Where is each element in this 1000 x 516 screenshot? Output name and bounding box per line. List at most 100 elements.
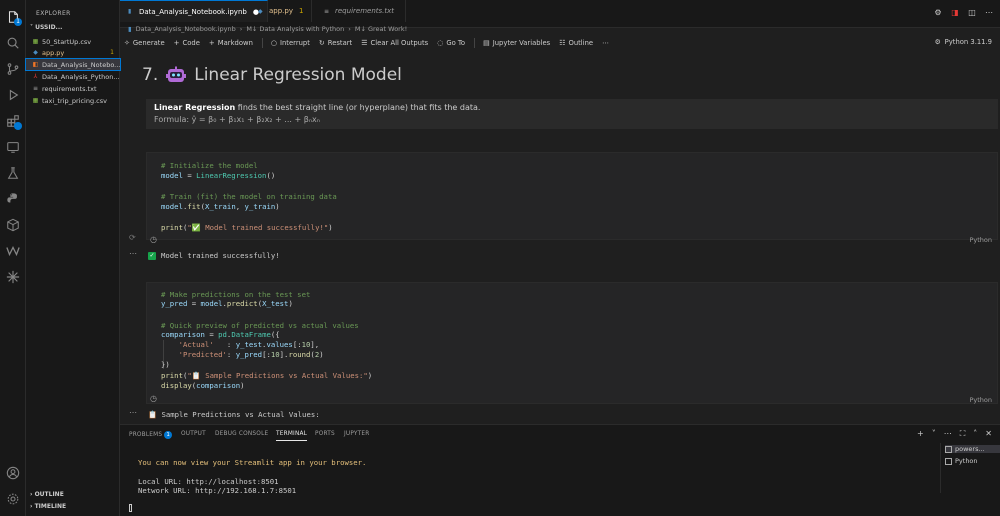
account-icon[interactable] — [4, 464, 22, 482]
explorer-badge: 1 — [14, 18, 22, 26]
output-collapse-icon[interactable]: ⋯ — [129, 408, 137, 417]
restart-icon: ↻ — [318, 39, 325, 47]
tab-ports[interactable]: PORTS — [315, 431, 335, 437]
notebook-toolbar: ✧ Generate + Code + Markdown ○ Interrupt ↻ Re… — [120, 36, 1000, 50]
outline-label: Outline — [568, 39, 594, 47]
timeline-section[interactable]: › TIMELINE — [30, 503, 66, 510]
python-icon[interactable] — [4, 190, 22, 208]
tab-requirements[interactable]: ≡ requirements.txt — [316, 0, 406, 22]
goto-label: Go To — [446, 39, 466, 47]
file-item-pdf[interactable]: ⅄ Data_Analysis_Python... — [26, 71, 120, 82]
goto-icon: ◌ — [437, 39, 444, 47]
cell-status-icon[interactable]: ⟳ — [129, 233, 136, 242]
more-actions-icon[interactable]: ⋯ — [984, 8, 994, 18]
close-icon[interactable]: ✕ — [985, 429, 992, 439]
terminal-item-powershell[interactable]: powers... — [945, 445, 1000, 453]
workspace-section[interactable]: ˅ USSID... — [30, 24, 62, 31]
tab-terminal[interactable]: TERMINAL — [276, 431, 308, 441]
code-cell-train[interactable]: # Initialize the model model = LinearReg… — [146, 152, 998, 240]
kernel-picker[interactable]: ⚙ Python 3.11.9 — [935, 38, 992, 46]
python-tab-icon: ◆ — [258, 7, 263, 15]
clear-outputs-button[interactable]: ☰ Clear All Outputs — [361, 39, 428, 47]
tab-jupyter[interactable]: JUPYTER — [344, 431, 370, 437]
sparkle-icon: ✧ — [124, 39, 130, 47]
terminal-item-python[interactable]: Python — [945, 457, 978, 465]
gear-icon[interactable]: ⚙ — [933, 8, 943, 18]
terminal-line: You can now view your Streamlit app in y… — [138, 458, 367, 467]
more-toolbar-icon[interactable]: ⋯ — [602, 39, 609, 47]
sidebar-title: EXPLORER — [36, 10, 71, 17]
code-comment: # Initialize the model — [161, 161, 258, 170]
file-item-requirements[interactable]: ≡ requirements.txt — [26, 83, 120, 94]
output-collapse-icon[interactable]: ⋯ — [129, 249, 137, 258]
file-name: 50_StartUp.csv — [42, 37, 92, 46]
code-comment: # Make predictions on the test set — [161, 290, 311, 299]
terminal-line: Local URL: http://localhost:8501 — [138, 477, 279, 486]
tab-app-py[interactable]: ◆ app.py 1 — [250, 0, 313, 22]
clear-all-icon: ☰ — [361, 39, 368, 47]
sparkle-icon[interactable] — [4, 268, 22, 286]
terminal-icon — [945, 457, 952, 465]
package-icon[interactable] — [4, 216, 22, 234]
source-control-icon[interactable] — [4, 60, 22, 78]
compare-icon[interactable]: ◨ — [950, 8, 960, 18]
timeline-label: TIMELINE — [34, 503, 67, 510]
cell-language[interactable]: Python — [969, 236, 992, 244]
maximize-icon[interactable]: ⛶ — [960, 429, 966, 439]
activity-bar: 1 — [0, 0, 26, 516]
goto-button[interactable]: ◌ Go To — [437, 39, 465, 47]
python-file-icon: ◆ — [33, 49, 38, 56]
remote-icon[interactable] — [4, 138, 22, 156]
file-item-startup-csv[interactable]: ▦ 50_StartUp.csv — [26, 36, 120, 47]
breadcrumb-item[interactable]: M↓ Data Analysis with Python — [246, 25, 344, 33]
explorer-icon[interactable]: 1 — [4, 8, 22, 26]
kernel-icon: ⚙ — [934, 38, 941, 46]
code-line: 'Predicted': y_pred[:10].round(2) — [161, 350, 324, 359]
restart-button[interactable]: ↻ Restart — [319, 39, 352, 47]
chevron-down-icon[interactable]: ˅ — [932, 429, 936, 439]
robot-icon — [166, 66, 187, 82]
breadcrumb-item[interactable]: Data_Analysis_Notebook.ipynb — [136, 25, 236, 33]
file-item-app-py[interactable]: ◆ app.py 1 — [26, 47, 120, 58]
notebook-breadcrumb-icon: ▮ — [128, 25, 132, 33]
run-debug-icon[interactable] — [4, 86, 22, 104]
wave-icon[interactable] — [4, 242, 22, 260]
check-icon: ✓ — [148, 251, 156, 260]
testing-icon[interactable] — [4, 164, 22, 182]
tab-label: Data_Analysis_Notebook.ipynb — [139, 7, 247, 16]
bold-term: Linear Regression — [154, 103, 236, 112]
code-label: Code — [182, 39, 200, 47]
tab-notebook[interactable]: ▮ Data_Analysis_Notebook.ipynb ● — [120, 0, 268, 22]
tab-problems[interactable]: PROBLEMS 1 — [129, 431, 173, 439]
tab-output[interactable]: OUTPUT — [181, 431, 206, 437]
breadcrumb: ▮ Data_Analysis_Notebook.ipynb › M↓ Data… — [128, 25, 407, 33]
heading-number: 7. — [142, 65, 159, 85]
settings-icon[interactable] — [4, 490, 22, 508]
add-markdown-button[interactable]: + Markdown — [209, 39, 253, 47]
outline-section[interactable]: › OUTLINE — [30, 491, 64, 498]
jupyter-variables-button[interactable]: ▤ Jupyter Variables — [483, 39, 550, 47]
restart-label: Restart — [327, 39, 353, 47]
outline-button[interactable]: ☷ Outline — [559, 39, 593, 47]
markdown-cell[interactable]: Linear Regression finds the best straigh… — [146, 99, 998, 129]
breadcrumb-item[interactable]: M↓ Great Work! — [355, 25, 407, 33]
file-item-notebook[interactable]: ◧ Data_Analysis_Notebo... — [25, 58, 121, 71]
tab-debug-console[interactable]: DEBUG CONSOLE — [215, 431, 268, 437]
problems-badge: 1 — [164, 431, 173, 439]
add-code-button[interactable]: + Code — [174, 39, 200, 47]
split-editor-icon[interactable]: ◫ — [967, 8, 977, 18]
file-item-taxi-csv[interactable]: ▦ taxi_trip_pricing.csv — [26, 95, 120, 106]
generate-button[interactable]: ✧ Generate — [124, 39, 165, 47]
new-terminal-icon[interactable]: + — [917, 429, 924, 439]
execution-timer-icon: ◷ — [150, 235, 157, 244]
more-icon[interactable]: ⋯ — [944, 429, 952, 439]
cell-language[interactable]: Python — [969, 396, 992, 404]
search-icon[interactable] — [4, 34, 22, 52]
extensions-icon[interactable] — [4, 112, 22, 130]
interrupt-icon: ○ — [270, 39, 277, 47]
csv-file-icon: ▦ — [32, 38, 39, 45]
terminal-icon — [945, 445, 952, 453]
chevron-up-icon[interactable]: ˄ — [973, 429, 977, 439]
code-cell-predict[interactable]: # Make predictions on the test set y_pre… — [146, 282, 998, 404]
interrupt-button[interactable]: ○ Interrupt — [271, 39, 310, 47]
